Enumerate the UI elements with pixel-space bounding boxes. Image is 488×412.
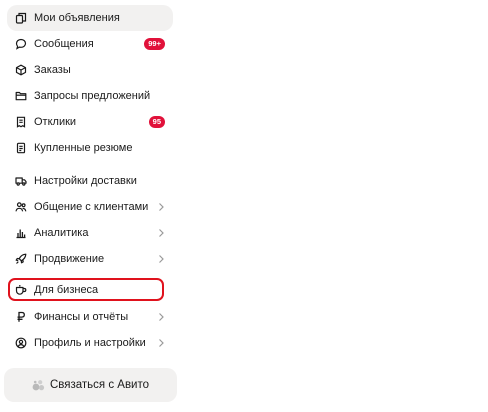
- chevron-right-icon: [159, 203, 164, 211]
- responses-count-badge: 95: [148, 116, 165, 128]
- sidebar-item-orders[interactable]: Заказы: [7, 57, 173, 83]
- sidebar-item-label: Сообщения: [34, 37, 94, 50]
- user-circle-icon: [15, 337, 27, 349]
- bar-chart-icon: [15, 227, 27, 239]
- sidebar-item-label: Для бизнеса: [34, 283, 99, 296]
- sidebar-menu: Мои объявления Сообщения 99+ Заказы Запр…: [0, 0, 180, 412]
- sidebar-item-label: Профиль и настройки: [34, 336, 146, 349]
- contact-avito-button[interactable]: Связаться с Авито: [4, 368, 177, 402]
- sidebar-item-delivery-settings[interactable]: Настройки доставки: [7, 168, 173, 194]
- box-icon: [15, 64, 27, 76]
- sidebar-item-label: Запросы предложений: [34, 89, 151, 102]
- sidebar-item-label: Аналитика: [34, 226, 89, 239]
- sidebar-item-analytics[interactable]: Аналитика: [7, 220, 173, 246]
- truck-icon: [15, 175, 27, 187]
- sidebar-item-promotion[interactable]: Продвижение: [7, 246, 173, 272]
- sidebar-item-messages[interactable]: Сообщения 99+: [7, 31, 173, 57]
- rocket-icon: [15, 253, 27, 265]
- copy-icon: [15, 12, 27, 24]
- ruble-icon: [15, 311, 27, 323]
- sidebar-item-client-communication[interactable]: Общение с клиентами: [7, 194, 173, 220]
- chevron-right-icon: [159, 255, 164, 263]
- sidebar-item-profile[interactable]: Профиль и настройки: [7, 330, 173, 356]
- document-icon: [15, 116, 27, 128]
- chevron-right-icon: [159, 313, 164, 321]
- sidebar-item-label: Заказы: [34, 63, 71, 76]
- folder-icon: [15, 90, 27, 102]
- sidebar-item-responses[interactable]: Отклики 95: [7, 109, 173, 135]
- sidebar-item-label: Настройки доставки: [34, 174, 137, 187]
- sidebar-item-label: Мои объявления: [34, 11, 120, 24]
- people-icon: [15, 201, 27, 213]
- chat-bubble-icon: [15, 38, 27, 50]
- sidebar-item-label: Купленные резюме: [34, 141, 133, 154]
- sidebar-item-label: Отклики: [34, 115, 77, 128]
- contact-avito-label: Связаться с Авито: [49, 379, 150, 391]
- sidebar-item-label: Продвижение: [34, 252, 105, 265]
- sidebar-item-finance[interactable]: Финансы и отчёты: [7, 304, 173, 330]
- avito-icon: [32, 379, 46, 391]
- sidebar-item-my-ads[interactable]: Мои объявления: [7, 5, 173, 31]
- resume-icon: [15, 142, 27, 154]
- sidebar-item-label: Финансы и отчёты: [34, 310, 129, 323]
- business-icon: [15, 284, 27, 296]
- sidebar-item-label: Общение с клиентами: [34, 200, 149, 213]
- sidebar-item-purchased-resumes[interactable]: Купленные резюме: [7, 135, 173, 161]
- sidebar-item-offer-requests[interactable]: Запросы предложений: [7, 83, 173, 109]
- chevron-right-icon: [159, 229, 164, 237]
- sidebar-item-for-business[interactable]: Для бизнеса: [7, 277, 173, 303]
- chevron-right-icon: [159, 339, 164, 347]
- unread-count-badge: 99+: [144, 38, 165, 50]
